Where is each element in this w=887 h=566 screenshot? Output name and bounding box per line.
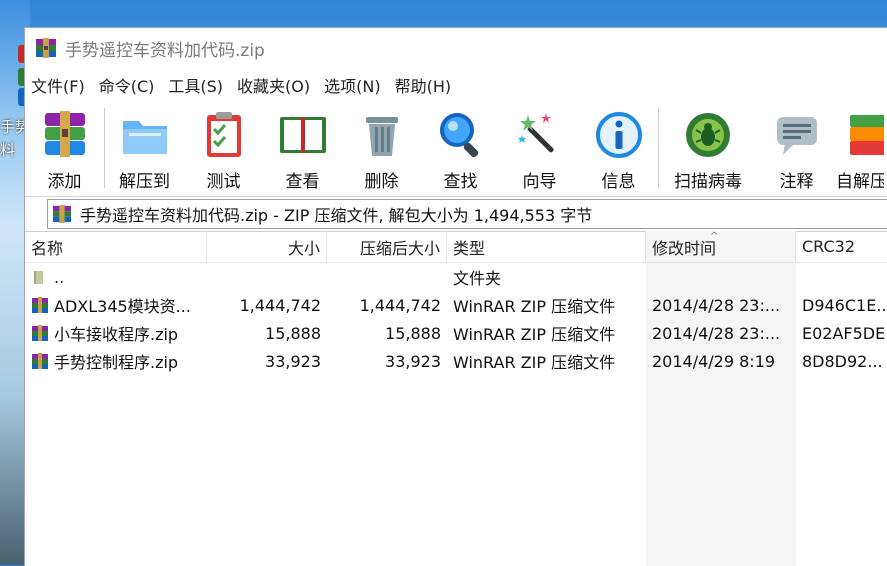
sfx-button[interactable]: 自解压 [836,102,884,192]
column-header-packed[interactable]: 压缩后大小 [327,231,447,262]
magic-wand-icon [517,113,554,153]
find-button[interactable]: 查找 [421,102,500,192]
column-header-type[interactable]: 类型 [447,231,646,262]
test-button[interactable]: 测试 [184,102,263,192]
file-packed-size: 1,444,742 [359,295,441,315]
file-name-cell: 小车接收程序.zip [25,319,207,347]
column-header-crc[interactable]: CRC32 [796,231,887,262]
column-header-size[interactable]: 大小 [207,231,327,262]
delete-label: 删除 [364,172,399,192]
file-packed-size: 33,923 [385,351,441,371]
info-label: 信息 [601,172,636,192]
file-list: 名称 大小 压缩后大小 类型 修改时间 ^ CRC32 .. 文件夹 ADXL3… [25,231,887,566]
list-item[interactable]: ADXL345模块资... 1,444,742 1,444,742 WinRAR… [25,291,887,319]
file-name-cell: 手势控制程序.zip [25,347,207,375]
file-packed-size: 15,888 [385,323,441,343]
clipboard-check-icon [206,112,241,157]
comment-button[interactable]: 注释 [757,102,836,192]
column-header-name[interactable]: 名称 [25,231,207,262]
add-label: 添加 [47,172,82,192]
file-crc [796,263,887,291]
winrar-icon [36,38,56,58]
trash-icon [365,117,398,156]
file-size: 33,923 [265,351,321,371]
find-label: 查找 [443,172,478,192]
magnifier-icon [439,113,478,158]
folder-extract-icon [122,121,167,154]
file-modified: 2014/4/28 23:... [652,295,781,315]
info-button[interactable]: 信息 [579,102,658,192]
extract-to-button[interactable]: 解压到 [105,102,184,192]
scan-virus-button[interactable]: 扫描病毒 [659,102,757,192]
list-item[interactable]: 手势控制程序.zip 33,923 33,923 WinRAR ZIP 压缩文件… [25,347,887,375]
comment-icon [776,117,817,155]
winrar-archive-icon [32,297,48,313]
file-modified: 2014/4/29 8:19 [652,351,776,371]
winrar-archive-icon [32,353,48,369]
add-button[interactable]: 添加 [25,102,104,192]
desktop-icon-label-2: 料 [0,141,16,159]
file-crc: D946C1E... [802,295,887,315]
folder-icon [34,271,43,284]
archive-path-text: 手势遥控车资料加代码.zip - ZIP 压缩文件, 解包大小为 1,494,5… [80,206,593,225]
menu-commands[interactable]: 命令(C) [99,73,155,97]
view-button[interactable]: 查看 [263,102,342,192]
virus-scan-icon [686,113,730,157]
menu-help[interactable]: 帮助(H) [395,73,452,97]
list-item[interactable]: .. 文件夹 [25,263,887,291]
column-header-modified-label: 修改时间 [652,238,717,258]
comment-label: 注释 [779,172,814,192]
address-bar: 手势遥控车资料加代码.zip - ZIP 压缩文件, 解包大小为 1,494,5… [25,197,887,232]
title-bar[interactable]: 手势遥控车资料加代码.zip [25,28,887,68]
menu-bar: 文件(F) 命令(C) 工具(S) 收藏夹(O) 选项(N) 帮助(H) [25,68,887,102]
toolbar: 添加 解压到 测试 查看 删除 查找 向导 信息 扫描病毒 注释 自解压 [25,102,887,197]
file-name: 小车接收程序.zip [54,325,179,344]
file-size [207,263,327,291]
file-type: WinRAR ZIP 压缩文件 [453,297,616,316]
wizard-button[interactable]: 向导 [500,102,579,192]
winrar-archive-icon [32,325,48,341]
file-packed-size [327,263,447,291]
file-modified [646,263,796,291]
view-label: 查看 [285,172,320,192]
file-type: 文件夹 [453,269,502,288]
extract-to-label: 解压到 [119,172,170,192]
file-type: WinRAR ZIP 压缩文件 [453,353,616,372]
archive-path-field[interactable]: 手势遥控车资料加代码.zip - ZIP 压缩文件, 解包大小为 1,494,5… [47,199,887,229]
test-label: 测试 [206,172,241,192]
file-size: 15,888 [265,323,321,343]
file-crc: E02AF5DE [802,323,886,343]
scan-virus-label: 扫描病毒 [674,172,742,192]
file-name: .. [54,267,65,287]
book-icon [279,117,326,153]
menu-file[interactable]: 文件(F) [31,73,85,97]
menu-favorites[interactable]: 收藏夹(O) [237,73,310,97]
menu-options[interactable]: 选项(N) [324,73,380,97]
winrar-window: 手势遥控车资料加代码.zip 文件(F) 命令(C) 工具(S) 收藏夹(O) … [24,27,887,566]
winrar-icon [53,205,71,223]
list-item[interactable]: 小车接收程序.zip 15,888 15,888 WinRAR ZIP 压缩文件… [25,319,887,347]
info-icon [595,112,642,158]
sort-ascending-icon: ^ [710,231,719,242]
file-crc: 8D8D92... [802,351,883,371]
file-list-header: 名称 大小 压缩后大小 类型 修改时间 ^ CRC32 [25,231,887,263]
file-name: ADXL345模块资... [54,297,191,316]
add-archive-icon [44,111,85,157]
delete-button[interactable]: 删除 [342,102,421,192]
file-name-cell: ADXL345模块资... [25,291,207,319]
sfx-archive-icon [850,115,884,155]
wizard-label: 向导 [522,172,557,192]
file-modified: 2014/4/28 23:... [652,323,781,343]
sfx-label: 自解压 [836,172,884,192]
window-title: 手势遥控车资料加代码.zip [65,40,265,61]
file-name-cell: .. [25,263,207,291]
file-size: 1,444,742 [239,295,321,315]
column-header-modified[interactable]: 修改时间 ^ [646,231,796,262]
menu-tools[interactable]: 工具(S) [168,73,223,97]
file-type: WinRAR ZIP 压缩文件 [453,325,616,344]
file-name: 手势控制程序.zip [54,353,179,372]
